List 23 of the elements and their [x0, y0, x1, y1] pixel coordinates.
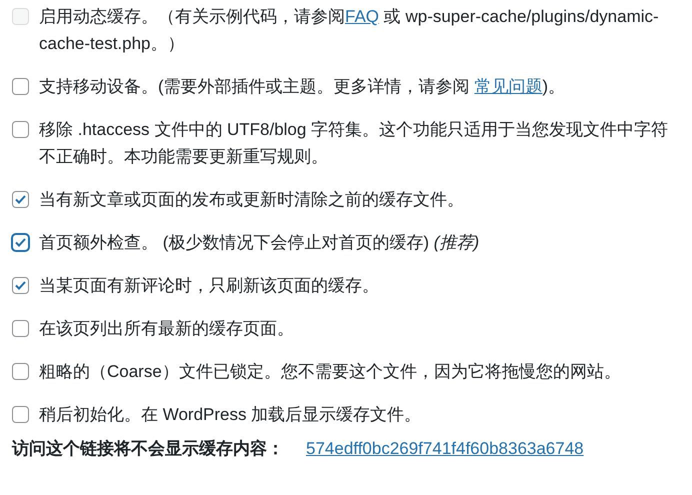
option-label: 启用动态缓存。（有关示例代码，请参阅FAQ 或 wp-super-cache/plugins/dynamic-cache-test.php。） [39, 6, 660, 55]
option-label: 当有新文章或页面的发布或更新时清除之前的缓存文件。 [39, 189, 464, 211]
option-label: 当某页面有新评论时，只刷新该页面的缓存。 [39, 275, 379, 297]
option-label: 首页额外检查。 (极少数情况下会停止对首页的缓存) (推荐) [39, 232, 480, 254]
check-icon [15, 238, 26, 247]
checkbox[interactable] [12, 121, 29, 138]
option-label: 在该页列出所有最新的缓存页面。 [39, 318, 294, 340]
check-icon [15, 195, 26, 204]
checkbox[interactable] [12, 234, 29, 251]
checkbox[interactable] [12, 78, 29, 95]
faq-link[interactable]: 常见问题 [474, 77, 542, 96]
check-icon [15, 281, 26, 290]
option-label: 移除 .htaccess 文件中的 UTF8/blog 字符集。这个功能只适用于当您发现文件中字符不正确时。本功能需要更新重写规则。 [39, 119, 670, 168]
checkbox[interactable] [12, 363, 29, 380]
checkbox[interactable] [12, 277, 29, 294]
checkbox[interactable] [12, 406, 29, 423]
cache-link[interactable]: 574edff0bc269f741f4f60b8363a6748 [306, 435, 584, 462]
option-label: 粗略的（Coarse）文件已锁定。您不需要这个文件，因为它将拖慢您的网站。 [39, 361, 621, 383]
option-label: 稍后初始化。在 WordPress 加载后显示缓存文件。 [39, 404, 422, 426]
info-label: 访问这个链接将不会显示缓存内容： [12, 438, 284, 460]
option-label: 支持移动设备。(需要外部插件或主题。更多详情，请参阅 常见问题)。 [39, 76, 566, 98]
checkbox[interactable] [12, 320, 29, 337]
checkbox[interactable] [12, 191, 29, 208]
